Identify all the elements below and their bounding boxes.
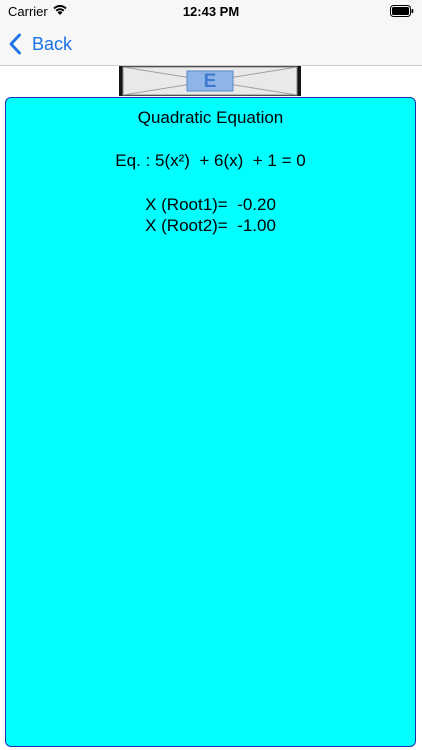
status-bar: Carrier 12:43 PM	[0, 0, 422, 22]
navigation-bar: Back	[0, 22, 422, 66]
screen: Carrier 12:43 PM Back E Quadratic Equati…	[0, 0, 422, 750]
back-button[interactable]: Back	[8, 28, 72, 60]
root2-result: X (Root2)= -1.00	[145, 216, 276, 235]
status-time: 12:43 PM	[182, 4, 240, 19]
root1-result: X (Root1)= -0.20	[145, 195, 276, 214]
result-panel: Quadratic Equation Eq. : 5(x²) + 6(x) + …	[5, 97, 416, 747]
battery-icon	[390, 5, 414, 17]
header-logo: E	[119, 66, 301, 96]
chevron-left-icon	[8, 33, 22, 55]
back-label: Back	[32, 33, 73, 54]
equation-text: Eq. : 5(x²) + 6(x) + 1 = 0	[115, 151, 306, 170]
panel-title: Quadratic Equation	[137, 108, 284, 127]
logo-letter: E	[204, 71, 217, 92]
